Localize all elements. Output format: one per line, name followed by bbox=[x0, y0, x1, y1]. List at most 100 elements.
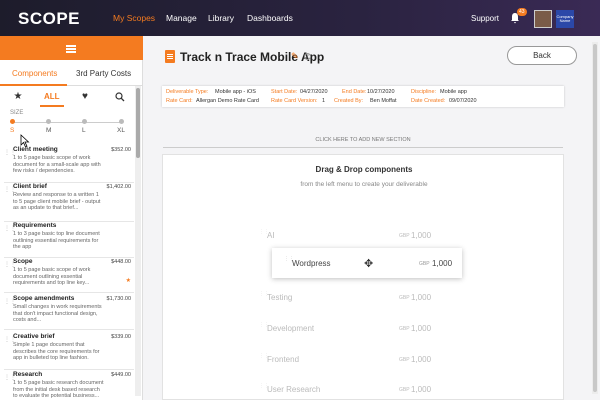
component-price: $339.00 bbox=[111, 334, 131, 340]
size-s[interactable]: S bbox=[10, 127, 14, 134]
meta-value: 04/27/2020 bbox=[300, 89, 328, 95]
ghost-item: ⋮⋮ Development GBP 1,000 bbox=[259, 320, 432, 338]
ghost-item-name: AI bbox=[267, 231, 275, 240]
nav-my-scopes[interactable]: My Scopes bbox=[113, 13, 155, 23]
component-desc: 1 to 5 page basic research document from… bbox=[13, 380, 104, 399]
star-icon[interactable]: ★ bbox=[12, 91, 24, 103]
support-link[interactable]: Support bbox=[471, 14, 499, 23]
nav-dashboards[interactable]: Dashboards bbox=[247, 13, 293, 23]
ghost-item-currency: GBP bbox=[399, 295, 410, 301]
meta-value: Mobile app - iOS bbox=[215, 89, 256, 95]
tab-components[interactable]: Components bbox=[12, 69, 57, 78]
tab-3rd-party-costs[interactable]: 3rd Party Costs bbox=[76, 69, 131, 78]
meta-key: Deliverable Type: bbox=[166, 89, 209, 95]
meta-value: Ben Moffat bbox=[370, 98, 397, 104]
component-price: $1,730.00 bbox=[106, 296, 131, 302]
search-icon[interactable] bbox=[114, 91, 126, 103]
drag-handle-icon[interactable]: ⋮⋮ bbox=[4, 262, 16, 280]
meta-key: Date Created: bbox=[411, 98, 446, 104]
component-title: Requirements bbox=[13, 222, 57, 229]
meta-value: Mobile app bbox=[440, 89, 467, 95]
nav-library[interactable]: Library bbox=[208, 13, 234, 23]
component-title: Research bbox=[13, 371, 43, 378]
component-item[interactable]: ⋮⋮ Requirements 1 to 3 page basic top li… bbox=[4, 222, 134, 258]
drag-handle-icon[interactable]: ⋮⋮ bbox=[4, 337, 16, 355]
meta-value: 1 bbox=[322, 98, 326, 104]
meta-key: Created By: bbox=[334, 98, 364, 104]
size-m[interactable]: M bbox=[46, 127, 51, 134]
filter-all[interactable]: ALL bbox=[44, 92, 60, 101]
menu-icon[interactable] bbox=[66, 45, 76, 53]
component-title: Scope bbox=[13, 258, 33, 265]
info-icon[interactable]: ? bbox=[304, 53, 311, 60]
component-item[interactable]: ⋮⋮ Scope amendments $1,730.00 Small chan… bbox=[4, 295, 134, 330]
size-xl[interactable]: XL bbox=[117, 127, 125, 134]
ghost-item-value: 1,000 bbox=[411, 293, 432, 302]
favorite-star-icon[interactable]: ★ bbox=[126, 277, 131, 284]
component-sidebar: Components 3rd Party Costs ★ ALL ♥ SIZE … bbox=[0, 36, 143, 400]
back-button[interactable]: Back bbox=[507, 46, 577, 65]
component-item[interactable]: ⋮⋮ Creative brief $339.00 Simple 1 page … bbox=[4, 333, 134, 370]
component-title: Scope amendments bbox=[13, 295, 75, 302]
ghost-item: ⋮⋮ Testing GBP 1,000 bbox=[259, 289, 432, 307]
dragging-component-card[interactable]: ⋮⋮ Wordpress ✥ GBP 1,000 bbox=[272, 248, 462, 278]
ghost-item-currency: GBP bbox=[399, 357, 410, 363]
ghost-item-value: 1,000 bbox=[411, 324, 432, 333]
ghost-item-value: 1,000 bbox=[411, 231, 432, 240]
component-item[interactable]: ⋮⋮ Client brief $1,402.00 Review and res… bbox=[4, 183, 134, 222]
main-scroll-thumb[interactable] bbox=[593, 44, 597, 392]
ghost-item-name: Testing bbox=[267, 293, 293, 302]
dragging-component-value: 1,000 bbox=[432, 259, 453, 268]
drag-handle-icon[interactable]: ⋮⋮ bbox=[284, 257, 294, 269]
meta-value: 10/27/2020 bbox=[367, 89, 395, 95]
drag-handle-icon[interactable]: ⋮⋮ bbox=[4, 375, 16, 393]
notification-badge: 43 bbox=[517, 8, 527, 16]
heart-icon[interactable]: ♥ bbox=[79, 91, 91, 103]
user-avatar[interactable] bbox=[534, 10, 552, 28]
top-navbar: SCOPE My Scopes Manage Library Dashboard… bbox=[0, 0, 600, 36]
main-content: Track n Trace Mobile App ✎ ? Back Delive… bbox=[143, 36, 600, 400]
component-item[interactable]: ⋮⋮ Research $449.00 1 to 5 page basic re… bbox=[4, 371, 134, 400]
size-dot-l[interactable] bbox=[82, 119, 87, 124]
sidebar-scroll-thumb[interactable] bbox=[136, 88, 140, 158]
dropzone-title: Drag & Drop components bbox=[315, 165, 413, 174]
dragging-component-name: Wordpress bbox=[292, 259, 331, 268]
component-price: $352.00 bbox=[111, 147, 131, 153]
size-dot-m[interactable] bbox=[46, 119, 51, 124]
component-desc: Simple 1 page document that describes th… bbox=[13, 342, 100, 361]
drag-handle-icon[interactable]: ⋮⋮ bbox=[4, 299, 16, 317]
org-logo[interactable]: Company Name bbox=[556, 10, 574, 28]
drag-handle-icon[interactable]: ⋮⋮ bbox=[4, 150, 16, 168]
component-desc: Review and response to a written 1 to 5 … bbox=[13, 192, 101, 211]
ghost-item: ⋮⋮ User Research GBP 1,000 bbox=[259, 381, 432, 399]
meta-key: End Date: bbox=[342, 89, 367, 95]
meta-key: Discipline: bbox=[411, 89, 437, 95]
ghost-item-value: 1,000 bbox=[411, 385, 432, 394]
size-slider[interactable] bbox=[12, 122, 122, 123]
component-desc: 1 to 3 page basic top line document outl… bbox=[13, 231, 100, 250]
drag-handle-icon: ⋮⋮ bbox=[259, 383, 269, 389]
component-title: Creative brief bbox=[13, 333, 55, 340]
component-desc: 1 to 5 page basic scope of work document… bbox=[13, 155, 101, 174]
size-dot-s[interactable] bbox=[10, 119, 15, 124]
drag-handle-icon[interactable]: ⋮⋮ bbox=[4, 226, 16, 244]
component-item[interactable]: ⋮⋮ Client meeting $352.00 1 to 5 page ba… bbox=[4, 146, 134, 183]
size-l[interactable]: L bbox=[82, 127, 86, 134]
size-dot-xl[interactable] bbox=[119, 119, 124, 124]
ghost-item: ⋮⋮ Frontend GBP 1,000 bbox=[259, 351, 431, 369]
component-title: Client brief bbox=[13, 183, 47, 190]
app-logo[interactable]: SCOPE bbox=[18, 9, 80, 29]
meta-key: Rate Card Version: bbox=[271, 98, 318, 104]
ghost-item-currency: GBP bbox=[399, 326, 410, 332]
meta-key: Start Date: bbox=[271, 89, 298, 95]
component-desc: Small changes in work requirements that … bbox=[13, 304, 102, 323]
section-divider bbox=[163, 147, 563, 148]
drag-handle-icon[interactable]: ⋮⋮ bbox=[4, 187, 16, 205]
component-item[interactable]: ⋮⋮ Scope $448.00 1 to 5 page basic scope… bbox=[4, 258, 134, 293]
drag-handle-icon: ⋮⋮ bbox=[259, 291, 269, 297]
edit-pencil-icon[interactable]: ✎ bbox=[291, 51, 299, 62]
add-section-button[interactable]: CLICK HERE TO ADD NEW SECTION bbox=[162, 137, 564, 147]
size-label: SIZE bbox=[10, 110, 24, 116]
nav-manage[interactable]: Manage bbox=[166, 13, 197, 23]
ghost-item: ⋮⋮ AI GBP 1,000 bbox=[259, 227, 432, 245]
